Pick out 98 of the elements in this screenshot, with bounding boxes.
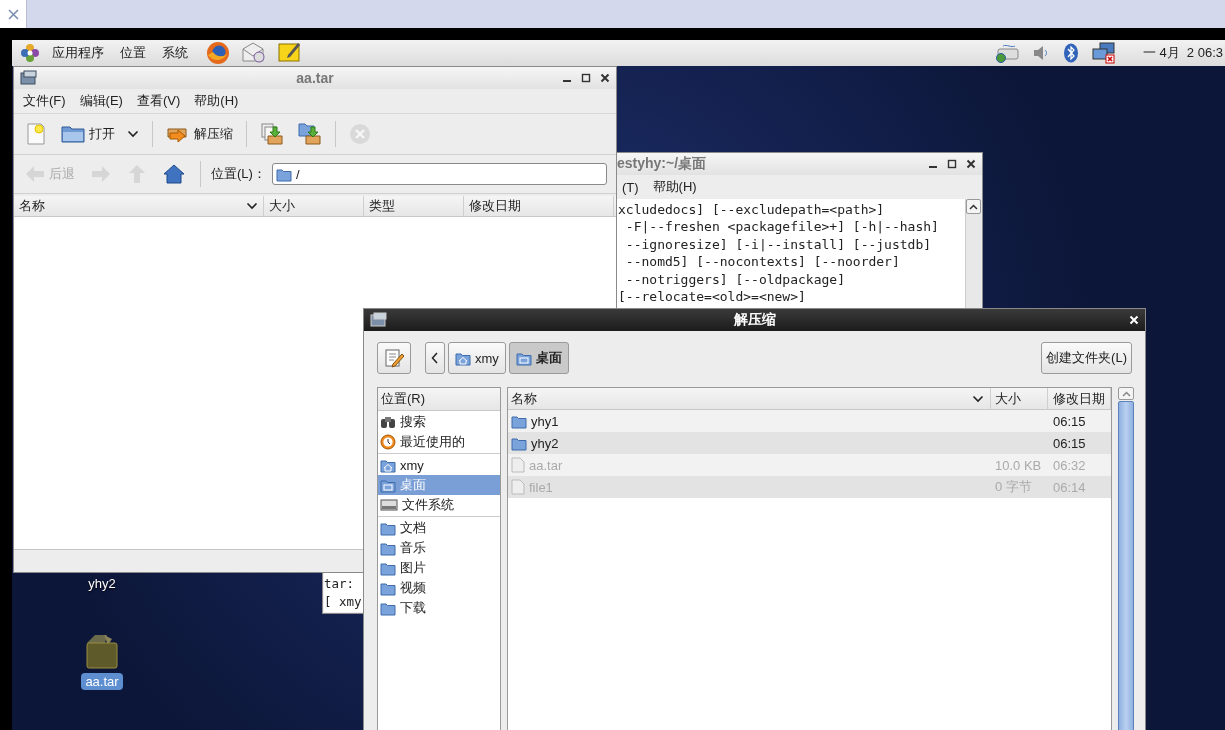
back-button[interactable] [425,342,445,374]
home-folder-icon [380,457,396,473]
path-button[interactable]: xmy [448,342,506,374]
file-row[interactable]: yhy2 06:15 [508,432,1111,454]
menu-item[interactable]: (T) [617,177,644,197]
scrollbar[interactable] [1118,387,1134,730]
place-item[interactable]: xmy [378,455,500,475]
panel-menu[interactable]: 系统 [158,44,192,62]
edit-icon [384,348,404,368]
desktop-folder-icon [380,477,396,493]
terminal-line: -F|--freshen <packagefile>+] [-h|--hash] [624,218,939,236]
column-header[interactable]: 修改日期 [1048,388,1111,409]
place-item[interactable]: 最近使用的 [378,432,500,452]
up-caret-icon [969,203,978,210]
column-header[interactable]: 类型 [364,196,464,216]
close-icon [7,8,19,20]
keyboard-globe-icon[interactable] [994,43,1019,63]
document-icon [511,479,525,495]
folder-icon [275,166,292,182]
mail-clock-icon[interactable] [242,41,266,63]
path-button[interactable]: 桌面 [508,342,569,374]
clock-icon [380,434,396,450]
place-item[interactable]: 音乐 [378,538,500,558]
column-header[interactable]: 大小 [264,196,364,216]
add-folder-icon [298,122,322,146]
clock[interactable]: 一 4月 2 06:3 [1142,44,1223,62]
menu-item[interactable]: 帮助(H) [189,90,244,112]
globe-icon[interactable] [206,41,230,65]
place-item[interactable]: 文件系统 [378,495,500,515]
folder-icon [61,124,85,144]
column-header[interactable]: 大小 [991,388,1048,409]
desktop-folder-icon [515,350,532,366]
desktop-icon-label[interactable]: yhy2 [84,575,120,592]
panel-menu[interactable]: 位置 [116,44,150,62]
toolbar-button[interactable]: 打开 [56,120,144,148]
archive-icon [370,312,388,328]
network-disconnected-icon[interactable] [1091,42,1116,64]
place-item[interactable]: 视频 [378,578,500,598]
terminal-line: xcludedocs] [--excludepath=<path>] [618,201,885,219]
menu-item[interactable]: 查看(V) [131,90,186,112]
file-row[interactable]: yhy1 06:15 [508,410,1111,432]
terminal-line: --nomd5] [--nocontexts] [--noorder] [624,253,900,271]
folder-icon [380,540,396,556]
folder-icon [380,580,396,596]
add-files-icon [260,122,284,146]
box-icon [84,633,120,669]
toolbar-button[interactable]: 解压缩 [161,119,238,149]
column-header[interactable]: 名称 [14,196,264,216]
new-document-icon [25,122,47,146]
column-header[interactable]: 名称 [508,388,991,409]
caret-icon [127,130,139,138]
caret-icon [972,394,984,403]
flower-logo-icon[interactable] [20,43,40,63]
place-item[interactable]: 下载 [378,598,500,618]
up-caret-icon [1121,390,1131,397]
close-tab-button[interactable] [0,0,27,28]
terminal-line: tar: [324,575,355,593]
edit-path-button[interactable] [377,342,411,374]
terminal-line: [--relocate=<old>=<new>] [618,288,806,306]
dialog-title: 解压缩 [733,311,776,327]
close-icon[interactable] [600,73,610,83]
create-folder-button[interactable]: 创建文件夹(L) [1041,342,1132,374]
speaker-icon[interactable] [1031,44,1050,62]
place-item[interactable]: 图片 [378,558,500,578]
menu-item[interactable]: 帮助(H) [647,176,702,198]
place-item[interactable]: 文档 [378,518,500,538]
close-icon[interactable] [966,159,976,169]
maximize-icon[interactable] [581,73,591,83]
window-title: aa.tar [296,70,334,86]
window-title: estyhy:~/桌面 [617,155,707,171]
terminal-line: --ignoresize] [-i|--install] [--justdb] [624,235,932,254]
binoculars-icon [380,415,396,429]
document-icon [511,457,525,473]
place-item[interactable]: 搜索 [378,412,500,432]
folder-icon [511,435,527,451]
drive-icon [380,498,398,512]
menu-item[interactable]: 编辑(E) [74,90,128,112]
folder-icon [380,560,396,576]
location-label: 位置(L)： [211,165,266,183]
terminal-line: --notriggers] [--oldpackage] [624,270,845,289]
home-folder-icon [455,350,471,366]
home-icon [163,164,185,184]
column-header: 位置(R) [378,388,500,411]
terminal-line: [ xmy [324,592,362,610]
panel-menu[interactable]: 应用程序 [48,44,108,62]
caret-icon [246,202,258,210]
folder-icon [380,520,396,536]
notepad-icon[interactable] [278,41,302,63]
location-field[interactable]: / [271,163,607,185]
chevron-left-icon [431,352,439,364]
archive-icon [20,70,38,86]
folder-icon [380,600,396,616]
bluetooth-icon[interactable] [1062,43,1079,63]
menu-item[interactable]: 文件(F) [18,90,71,112]
maximize-icon[interactable] [947,159,957,169]
column-header[interactable]: 修改日期 [464,196,614,216]
stop-icon [349,123,371,145]
folder-icon [511,413,527,429]
